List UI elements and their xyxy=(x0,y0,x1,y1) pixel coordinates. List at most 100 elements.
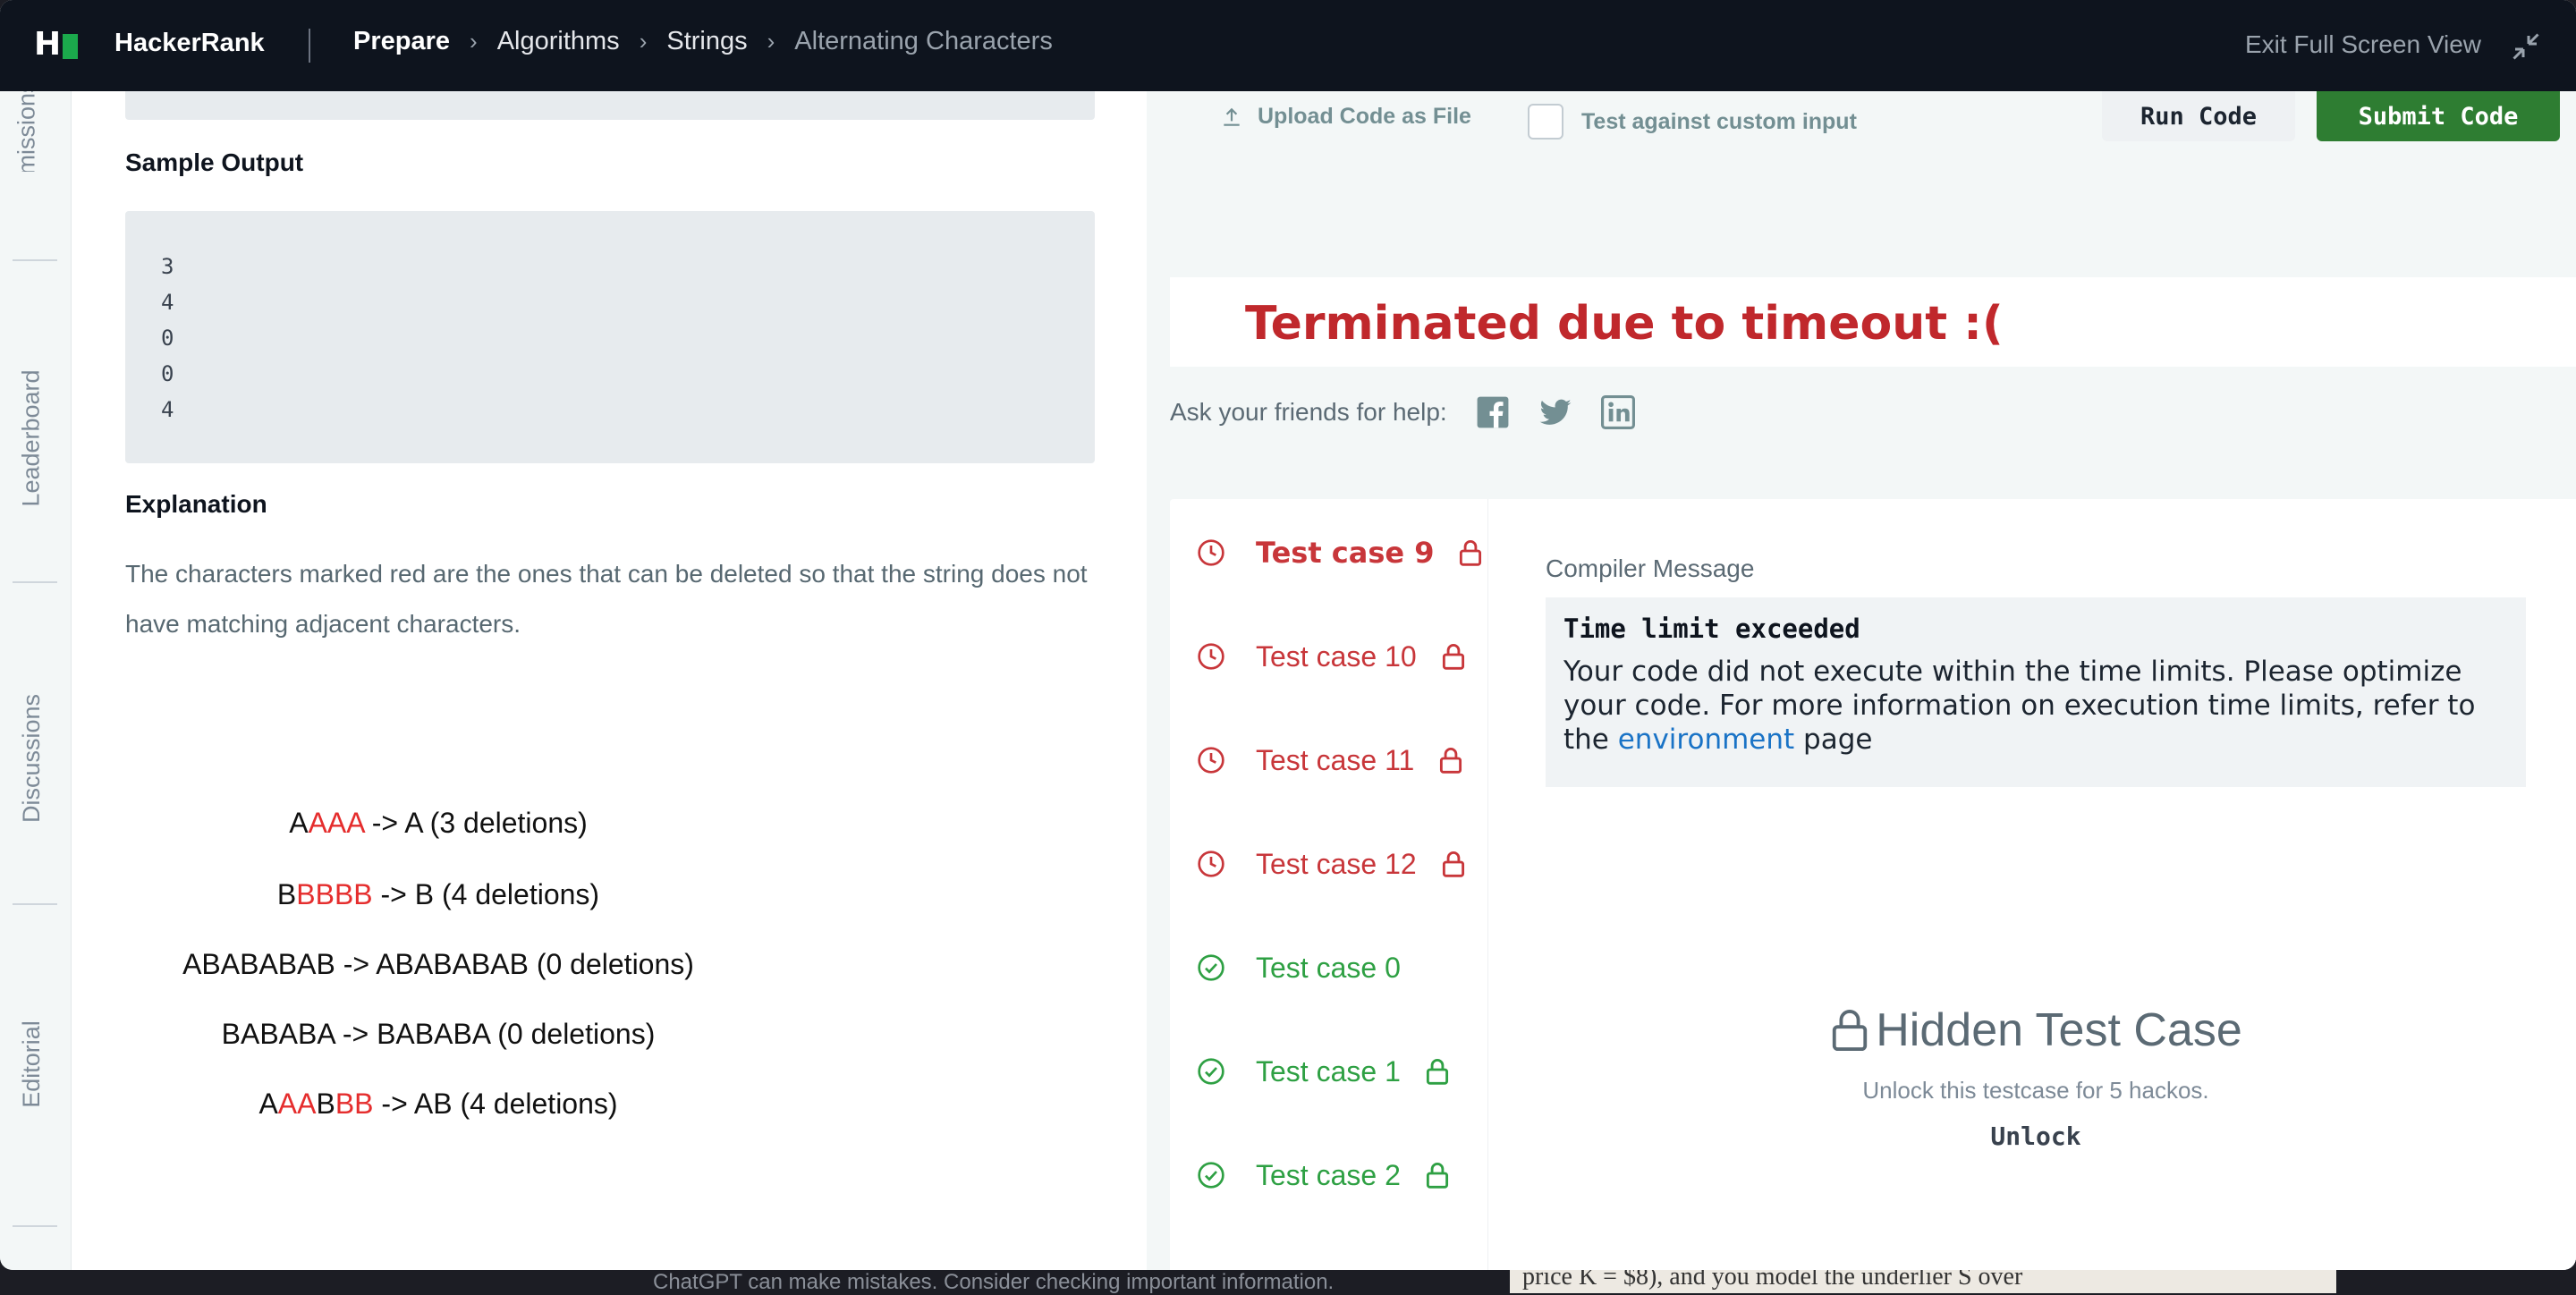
example-text: A xyxy=(258,1088,278,1120)
explanation-heading: Explanation xyxy=(125,490,267,518)
example-text: A xyxy=(289,807,309,839)
hidden-test-case-title: Hidden Test Case xyxy=(1546,1003,2526,1057)
test-case-item[interactable]: Test case 12 xyxy=(1197,837,1465,891)
twitter-icon[interactable] xyxy=(1538,395,1572,429)
clock-icon xyxy=(1197,538,1225,567)
lock-icon xyxy=(1459,539,1482,566)
example-line: AAAA -> A (3 deletions) xyxy=(125,807,751,840)
breadcrumb-prepare[interactable]: Prepare xyxy=(353,27,450,56)
help-label: Ask your friends for help: xyxy=(1170,398,1447,426)
deleted-chars: AAA xyxy=(308,807,364,839)
collapse-icon[interactable] xyxy=(2510,30,2542,63)
brand-name[interactable]: HackerRank xyxy=(114,29,265,58)
chevron-right-icon: › xyxy=(639,28,648,55)
lock-icon xyxy=(1439,747,1462,774)
tab-editorial[interactable]: Editorial xyxy=(0,1020,72,1108)
check-circle-icon xyxy=(1197,1161,1225,1189)
example-text: BABABA -> BABABA (0 deletions) xyxy=(221,1018,656,1050)
test-case-label: Test case 10 xyxy=(1256,639,1417,673)
run-code-button[interactable]: Run Code xyxy=(2102,91,2295,141)
unlock-note: Unlock this testcase for 5 hackos. xyxy=(1862,1077,2209,1104)
check-circle-icon xyxy=(1197,953,1225,982)
navbar-divider xyxy=(309,29,310,63)
tab-divider xyxy=(13,1225,57,1227)
test-case-label: Test case 2 xyxy=(1256,1158,1401,1191)
clock-icon xyxy=(1197,850,1225,878)
chevron-right-icon: › xyxy=(767,28,775,55)
result-banner: Terminated due to timeout :( xyxy=(1170,277,2576,367)
compiler-message-label: Compiler Message xyxy=(1546,554,1755,582)
custom-input-toggle[interactable]: Test against custom input xyxy=(1528,104,1857,140)
test-case-item[interactable]: Test case 0 xyxy=(1197,941,1401,995)
lock-icon xyxy=(1833,1010,1868,1051)
breadcrumb-strings[interactable]: Strings xyxy=(666,27,747,56)
test-case-item[interactable]: Test case 2 xyxy=(1197,1148,1449,1202)
chevron-right-icon: › xyxy=(470,28,478,55)
clock-icon xyxy=(1197,746,1225,774)
deleted-chars: BBBB xyxy=(296,878,373,910)
clock-icon xyxy=(1197,642,1225,671)
tab-discussions[interactable]: Discussions xyxy=(0,694,72,823)
exit-fullscreen-link[interactable]: Exit Full Screen View xyxy=(2245,30,2481,59)
deleted-chars: BB xyxy=(335,1088,374,1120)
sample-output-line: 3 xyxy=(161,254,174,279)
compiler-message-box: Time limit exceeded Your code did not ex… xyxy=(1546,597,2526,787)
lock-icon xyxy=(1426,1162,1449,1189)
example-text: B xyxy=(276,878,297,910)
problem-panel: Sample Output 3 4 0 0 4 Explanation The … xyxy=(72,91,1147,1270)
unlock-button[interactable]: Unlock xyxy=(1966,1111,2106,1161)
upload-icon xyxy=(1224,107,1240,126)
results-panel: Upload Code as File Test against custom … xyxy=(1148,91,2576,1270)
explanation-text: The characters marked red are the ones t… xyxy=(125,560,1088,638)
linkedin-icon[interactable] xyxy=(1600,395,1635,429)
compiler-message-title: Time limit exceeded xyxy=(1563,614,1860,644)
tab-divider xyxy=(13,581,57,583)
side-tabs: Submissions Leaderboard Discussions Edit… xyxy=(0,91,72,1270)
hackerrank-logo[interactable]: H xyxy=(34,26,79,63)
sample-output-heading: Sample Output xyxy=(125,148,304,176)
custom-input-checkbox[interactable] xyxy=(1528,104,1563,140)
test-case-label: Test case 9 xyxy=(1256,536,1435,570)
example-text: ABABABAB -> ABABABAB (0 deletions) xyxy=(182,948,694,980)
share-help: Ask your friends for help: xyxy=(1170,395,1635,429)
background-disclaimer: ChatGPT can make mistakes. Consider chec… xyxy=(653,1270,1335,1294)
tab-divider xyxy=(13,259,57,261)
tab-divider xyxy=(13,903,57,905)
tab-submissions[interactable]: Submissions xyxy=(0,91,72,172)
example-text: -> B (4 deletions) xyxy=(372,878,600,910)
test-case-list: Test case 9 Test case 10 Test case 11 Test … xyxy=(1170,499,1488,1270)
test-case-item[interactable]: Test case 9 xyxy=(1197,526,1482,580)
sample-output-line: 0 xyxy=(161,361,174,386)
breadcrumb: Prepare › Algorithms › Strings › Alterna… xyxy=(353,27,1053,56)
sample-output-box: 3 4 0 0 4 xyxy=(125,211,1095,463)
breadcrumb-current: Alternating Characters xyxy=(794,27,1053,55)
top-navbar: H HackerRank Prepare › Algorithms › Stri… xyxy=(0,0,2576,91)
environment-link[interactable]: environment xyxy=(1618,724,1794,756)
breadcrumb-algorithms[interactable]: Algorithms xyxy=(497,27,620,56)
check-circle-icon xyxy=(1197,1057,1225,1086)
lock-icon xyxy=(1442,851,1465,877)
example-text: -> A (3 deletions) xyxy=(363,807,588,839)
sample-output-line: 4 xyxy=(161,397,174,422)
facebook-icon[interactable] xyxy=(1476,395,1510,429)
test-case-item[interactable]: Test case 1 xyxy=(1197,1045,1449,1098)
example-line: BBBBB -> B (4 deletions) xyxy=(125,878,751,911)
tab-leaderboard[interactable]: Leaderboard xyxy=(0,369,72,506)
test-case-item[interactable]: Test case 11 xyxy=(1197,733,1462,787)
result-status: Terminated due to timeout :( xyxy=(1245,297,2004,351)
example-text: B xyxy=(316,1088,335,1120)
upload-code-button[interactable]: Upload Code as File xyxy=(1220,104,1471,130)
sample-output-line: 0 xyxy=(161,326,174,351)
test-case-label: Test case 1 xyxy=(1256,1054,1401,1088)
lock-icon xyxy=(1442,643,1465,670)
submit-code-button[interactable]: Submit Code xyxy=(2317,91,2560,141)
example-line: BABABA -> BABABA (0 deletions) xyxy=(125,1018,751,1051)
compiler-message-text: Your code did not execute within the tim… xyxy=(1563,656,2476,756)
sample-input-box xyxy=(125,91,1095,120)
example-line: AAABBB -> AB (4 deletions) xyxy=(125,1088,751,1121)
test-case-label: Test case 12 xyxy=(1256,847,1417,880)
example-text: -> AB (4 deletions) xyxy=(373,1088,618,1120)
example-line: ABABABAB -> ABABABAB (0 deletions) xyxy=(125,948,751,981)
test-results-card: Test case 9 Test case 10 Test case 11 Test … xyxy=(1170,499,2576,1270)
test-case-item[interactable]: Test case 10 xyxy=(1197,630,1465,683)
